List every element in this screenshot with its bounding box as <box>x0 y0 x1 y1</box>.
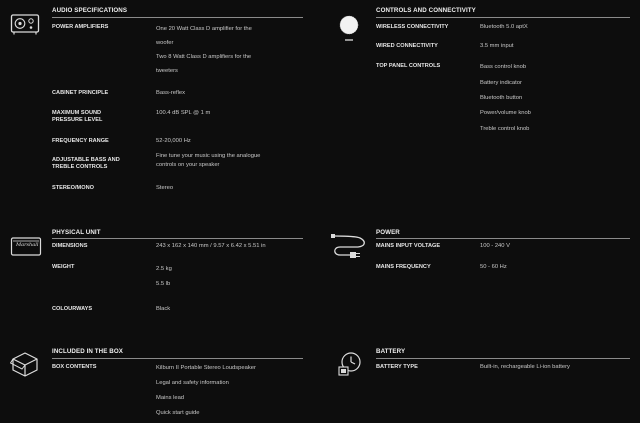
spec-value: 2.5 kg <box>156 266 172 272</box>
spec-label: CABINET PRINCIPLE <box>52 90 109 96</box>
spec-value: Bass control knob <box>480 64 527 70</box>
section-divider <box>52 238 303 239</box>
spec-label: COLOURWAYS <box>52 306 93 312</box>
spec-value: Black <box>156 306 171 312</box>
section-title-audio: AUDIO SPECIFICATIONS <box>52 7 128 14</box>
section-divider <box>376 17 630 18</box>
spec-value: Stereo <box>156 185 174 191</box>
spec-value: Bass-reflex <box>156 90 185 96</box>
spec-value: Legal and safety information <box>156 380 229 386</box>
spec-value: Two 8 Watt Class D amplifiers for the tw… <box>156 54 252 74</box>
spec-label: MAXIMUM SOUND PRESSURE LEVEL <box>52 110 103 123</box>
spec-label: DIMENSIONS <box>52 243 88 249</box>
spec-label: WIRED CONNECTIVITY <box>376 43 438 49</box>
section-title-box: INCLUDED IN THE BOX <box>52 348 123 355</box>
spec-label: BOX CONTENTS <box>52 364 97 370</box>
brand-logo: Marshall <box>16 242 39 248</box>
spec-value: One 20 Watt Class D amplifier for the wo… <box>156 26 252 46</box>
spec-label: MAINS FREQUENCY <box>376 264 431 270</box>
section-divider <box>52 17 303 18</box>
spec-value: Power/volume knob <box>480 110 531 116</box>
spec-value: 50 - 60 Hz <box>480 264 507 270</box>
spec-value: Kilburn II Portable Stereo Loudspeaker <box>156 365 256 371</box>
spec-label: WIRELESS CONNECTIVITY <box>376 24 449 30</box>
spec-value: Treble control knob <box>480 126 530 132</box>
battery-clock-icon <box>336 350 364 378</box>
spec-value: Built-in, rechargeable Li-ion battery <box>480 364 570 370</box>
spec-value: Bluetooth button <box>480 95 523 101</box>
section-divider <box>376 238 630 239</box>
spec-label: BATTERY TYPE <box>376 364 418 370</box>
section-title-battery: BATTERY <box>376 348 406 355</box>
box-icon <box>10 350 40 378</box>
spec-value: Fine tune your music using the analogue … <box>156 153 261 168</box>
spec-value: 52-20,000 Hz <box>156 138 191 144</box>
spec-value: Mains lead <box>156 395 185 401</box>
spec-label: POWER AMPLIFIERS <box>52 24 109 30</box>
spec-label: WEIGHT <box>52 264 75 270</box>
spec-value: 100.4 dB SPL @ 1 m <box>156 110 211 116</box>
spec-label: TOP PANEL CONTROLS <box>376 63 441 69</box>
section-title-controls: CONTROLS AND CONNECTIVITY <box>376 7 476 14</box>
section-divider <box>376 358 630 359</box>
spec-label: ADJUSTABLE BASS AND TREBLE CONTROLS <box>52 157 120 170</box>
spec-value: 3.5 mm input <box>480 43 514 49</box>
spec-label: MAINS INPUT VOLTAGE <box>376 243 441 249</box>
power-cable-icon <box>330 230 370 260</box>
spec-value: Battery indicator <box>480 80 522 86</box>
section-title-physical: PHYSICAL UNIT <box>52 229 101 236</box>
spec-label: FREQUENCY RANGE <box>52 138 109 144</box>
spec-value: 5.5 lb <box>156 281 171 287</box>
spec-value: 100 - 240 V <box>480 243 510 249</box>
amplifier-icon <box>10 12 40 36</box>
section-title-power: POWER <box>376 229 400 236</box>
knob-icon <box>338 14 360 44</box>
spec-value: Bluetooth 5.0 aptX <box>480 24 528 30</box>
section-divider <box>52 358 303 359</box>
spec-value: Quick start guide <box>156 410 200 416</box>
spec-value: 243 x 162 x 140 mm / 9.57 x 6.42 x 5.51 … <box>156 243 266 249</box>
spec-label: STEREO/MONO <box>52 185 94 191</box>
